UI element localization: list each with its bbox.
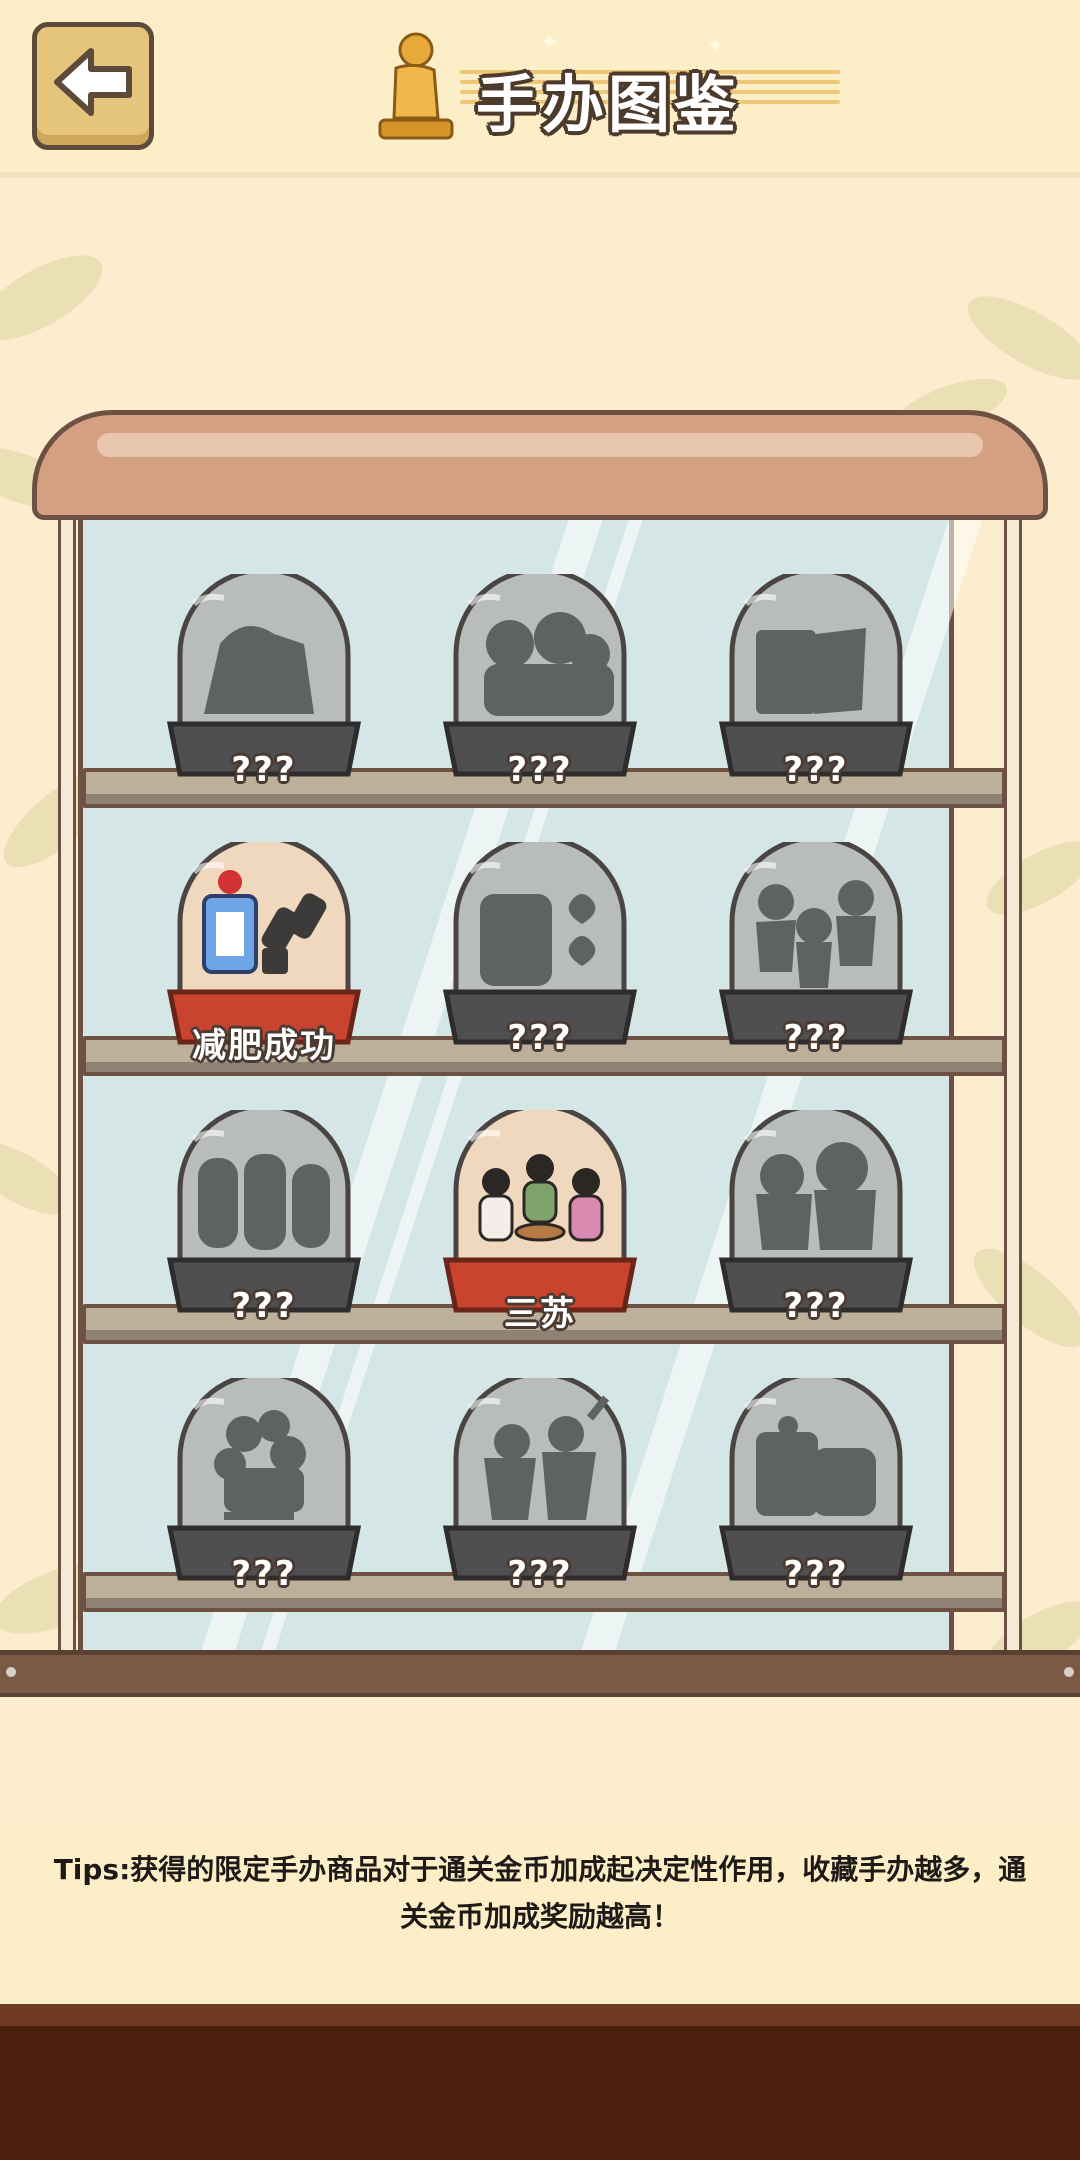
figurine-slot-1-1[interactable]: ??? [164, 574, 364, 804]
page-title: 手办图鉴 [476, 68, 741, 141]
cabinet-base [0, 1650, 1080, 1697]
figurine-slot-3-2[interactable]: 三苏 [440, 1110, 640, 1340]
tips-panel: Tips:获得的限定手办商品对于通关金币加成起决定性作用，收藏手办越多，通关金币… [0, 1824, 1080, 2004]
figurine-name: ??? [231, 1286, 297, 1326]
figurine-name: ??? [783, 1286, 849, 1326]
page-title-group: ✦ ✦ ✦ 手办图鉴 [360, 20, 840, 150]
cabinet-post-right [1004, 512, 1022, 1678]
figurine-slot-4-3[interactable]: ??? [716, 1378, 916, 1608]
tips-text: Tips:获得的限定手办商品对于通关金币加成起决定性作用，收藏手办越多，通关金币… [53, 1853, 1027, 1933]
header-bar: ✦ ✦ ✦ 手办图鉴 [0, 0, 1080, 178]
figurine-slot-4-1[interactable]: ??? [164, 1378, 364, 1608]
cabinet-roof [32, 410, 1048, 520]
figurine-name: ??? [783, 1018, 849, 1058]
figurine-name: ??? [231, 1554, 297, 1594]
figurine-name: ??? [507, 1554, 573, 1594]
figurine-name: 减肥成功 [192, 1026, 336, 1066]
cabinet-post-left [58, 512, 76, 1678]
figurine-name: ??? [783, 1554, 849, 1594]
figurine-slot-2-3[interactable]: ??? [716, 842, 916, 1072]
golden-figurine-icon [378, 32, 454, 140]
figurine-slot-2-1[interactable]: 减肥成功 [164, 842, 364, 1072]
figurine-slot-4-2[interactable]: ??? [440, 1378, 640, 1608]
sparkle-icon: ✦ [540, 30, 559, 55]
figurine-name: ??? [507, 750, 573, 790]
figurine-name: ??? [507, 1018, 573, 1058]
figurine-name: ??? [231, 750, 297, 790]
figurine-slot-3-3[interactable]: ??? [716, 1110, 916, 1340]
figurine-slot-3-1[interactable]: ??? [164, 1110, 364, 1340]
figurine-slot-2-2[interactable]: ??? [440, 842, 640, 1072]
display-cabinet: ??? ??? ??? 减肥成功 ??? ??? ??? 三苏 ??? ??? … [0, 400, 1080, 1700]
figurine-slot-1-3[interactable]: ??? [716, 574, 916, 804]
floor [0, 2004, 1080, 2160]
figurine-slot-1-2[interactable]: ??? [440, 574, 640, 804]
back-button[interactable] [32, 22, 154, 150]
left-arrow-icon [54, 48, 132, 116]
figurine-name: 三苏 [504, 1294, 576, 1334]
figurine-name: ??? [783, 750, 849, 790]
